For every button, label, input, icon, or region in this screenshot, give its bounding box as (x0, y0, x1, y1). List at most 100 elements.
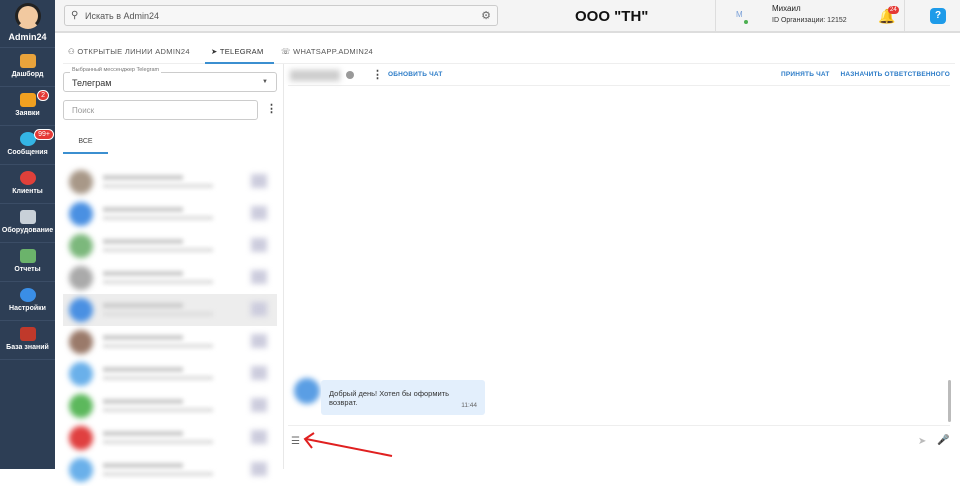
contact-name (103, 239, 183, 244)
clients-icon (19, 171, 36, 185)
sidebar-item-reports[interactable]: Отчеты (0, 243, 55, 282)
chat-search-input[interactable]: Поиск (63, 100, 258, 120)
assign-responsible-button[interactable]: НАЗНАЧИТЬ ОТВЕТСТВЕННОГО (841, 71, 951, 78)
select-value: Телеграм (72, 78, 112, 88)
message-preview (103, 440, 213, 444)
reports-icon (19, 249, 36, 263)
contact-name (103, 399, 183, 404)
brand-name: Admin24 (8, 32, 47, 42)
tab-open-lines[interactable]: ⚇ ОТКРЫТЫЕ ЛИНИИ ADMIN24 (68, 40, 190, 64)
chat-list-item[interactable] (63, 230, 277, 262)
message-preview (103, 248, 213, 252)
contact-name (103, 207, 183, 212)
user-name: Михаил (772, 4, 801, 13)
tab-whatsapp[interactable]: ☏ WHATSAPP.ADMIN24 (281, 40, 373, 64)
templates-icon[interactable]: ☰ (291, 436, 300, 447)
sidebar-item-messages[interactable]: Сообщения 99+ (0, 126, 55, 165)
chat-list-item[interactable] (63, 326, 277, 358)
contact-avatar (69, 170, 93, 194)
divider (288, 425, 950, 426)
sidebar-item-dashboard[interactable]: Дашборд (0, 48, 55, 87)
tab-label: ВСЕ (78, 138, 93, 145)
tab-label: TELEGRAM (219, 47, 264, 56)
avatar-logo-icon (14, 3, 41, 29)
unread-badge (251, 238, 267, 252)
tab-label: ОТКРЫТЫЕ ЛИНИИ ADMIN24 (77, 47, 190, 56)
contact-name (290, 70, 340, 81)
sidebar-item-label: База знаний (6, 344, 49, 351)
chat-list-item[interactable] (63, 198, 277, 230)
chat-list-item[interactable] (63, 294, 277, 326)
sidebar-item-label: Оборудование (1, 227, 54, 234)
unread-badge (251, 174, 267, 188)
search-placeholder: Искать в Admin24 (85, 11, 160, 21)
message-preview (103, 472, 213, 476)
chevron-down-icon: ▼ (262, 79, 268, 85)
tab-label: WHATSAPP.ADMIN24 (293, 47, 374, 56)
send-icon[interactable]: ➤ (918, 436, 926, 447)
chat-list-item[interactable] (63, 166, 277, 198)
contact-name (103, 303, 183, 308)
contact-name (103, 271, 183, 276)
knowledge-base-icon (19, 327, 36, 341)
sidebar-item-equipment[interactable]: Оборудование (0, 204, 55, 243)
gear-icon[interactable]: ⚙ (481, 9, 491, 22)
global-search-input[interactable]: ⚲ Искать в Admin24 ⚙ (64, 5, 498, 26)
contact-avatar (69, 458, 93, 482)
sidebar-item-label: Клиенты (12, 188, 43, 195)
unread-badge (251, 462, 267, 476)
contact-avatar (69, 202, 93, 226)
unread-badge (251, 366, 267, 380)
help-button[interactable]: ? (930, 8, 946, 24)
user-profile[interactable]: М Михаил ID Организации: 12152 (715, 0, 905, 31)
online-status-icon (744, 20, 748, 24)
chat-list-item[interactable] (63, 422, 277, 454)
accept-chat-button[interactable]: ПРИНЯТЬ ЧАТ (781, 71, 830, 78)
brand-logo[interactable]: Admin24 (0, 0, 55, 48)
unread-badge (251, 302, 267, 316)
dashboard-icon (19, 54, 36, 68)
sidebar: Admin24 Дашборд Заявки 2 Сообщения 99+ Кли… (0, 0, 55, 469)
chat-list-item[interactable] (63, 454, 277, 486)
tab-telegram[interactable]: ➤ TELEGRAM (205, 40, 274, 64)
scrollbar[interactable] (948, 380, 951, 422)
sidebar-item-settings[interactable]: Настройки (0, 282, 55, 321)
message-preview (103, 216, 213, 220)
chat-toolbar: ⋮ ОБНОВИТЬ ЧАТ ПРИНЯТЬ ЧАТ НАЗНАЧИТЬ ОТВ… (288, 64, 950, 86)
filter-tab-all[interactable]: ВСЕ (63, 132, 108, 154)
sidebar-item-knowledge-base[interactable]: База знаний (0, 321, 55, 360)
channel-tabs: ⚇ ОТКРЫТЫЕ ЛИНИИ ADMIN24 ➤ TELEGRAM ☏ WH… (63, 40, 955, 64)
chat-list-item[interactable] (63, 262, 277, 294)
chat-list-item[interactable] (63, 358, 277, 390)
avatar: М (736, 10, 743, 19)
message-preview (103, 280, 213, 284)
more-options-icon[interactable]: ⋮ (372, 68, 383, 81)
red-arrow-annotation (303, 432, 393, 457)
contact-avatar (69, 394, 93, 418)
contact-name (103, 335, 183, 340)
chat-list-item[interactable] (63, 390, 277, 422)
message-bubble: Добрый день! Хотел бы оформить возврат. 1… (321, 380, 485, 415)
message-preview (103, 408, 213, 412)
microphone-icon[interactable]: 🎤 (937, 435, 949, 446)
divider (283, 64, 284, 469)
megaphone-icon (19, 93, 36, 107)
messenger-select[interactable]: Выбранный мессенджер Telegram Телеграм ▼ (63, 67, 277, 92)
sidebar-item-requests[interactable]: Заявки 2 (0, 87, 55, 126)
refresh-chat-button[interactable]: ОБНОВИТЬ ЧАТ (388, 71, 443, 78)
count-badge: 99+ (34, 129, 54, 140)
contact-name (103, 175, 183, 180)
contact-avatar (69, 266, 93, 290)
message-text: Добрый день! Хотел бы оформить возврат. (329, 389, 450, 407)
contact-avatar (294, 378, 320, 404)
sidebar-item-label: Дашборд (11, 71, 44, 78)
more-options-icon[interactable]: ⋮ (266, 102, 277, 115)
contact-avatar (69, 298, 93, 322)
status-dot-icon (346, 71, 354, 79)
message-preview (103, 312, 213, 316)
settings-icon (19, 288, 36, 302)
chat-bubbles-icon (19, 132, 36, 146)
contact-name (103, 367, 183, 372)
unread-badge (251, 430, 267, 444)
sidebar-item-clients[interactable]: Клиенты (0, 165, 55, 204)
